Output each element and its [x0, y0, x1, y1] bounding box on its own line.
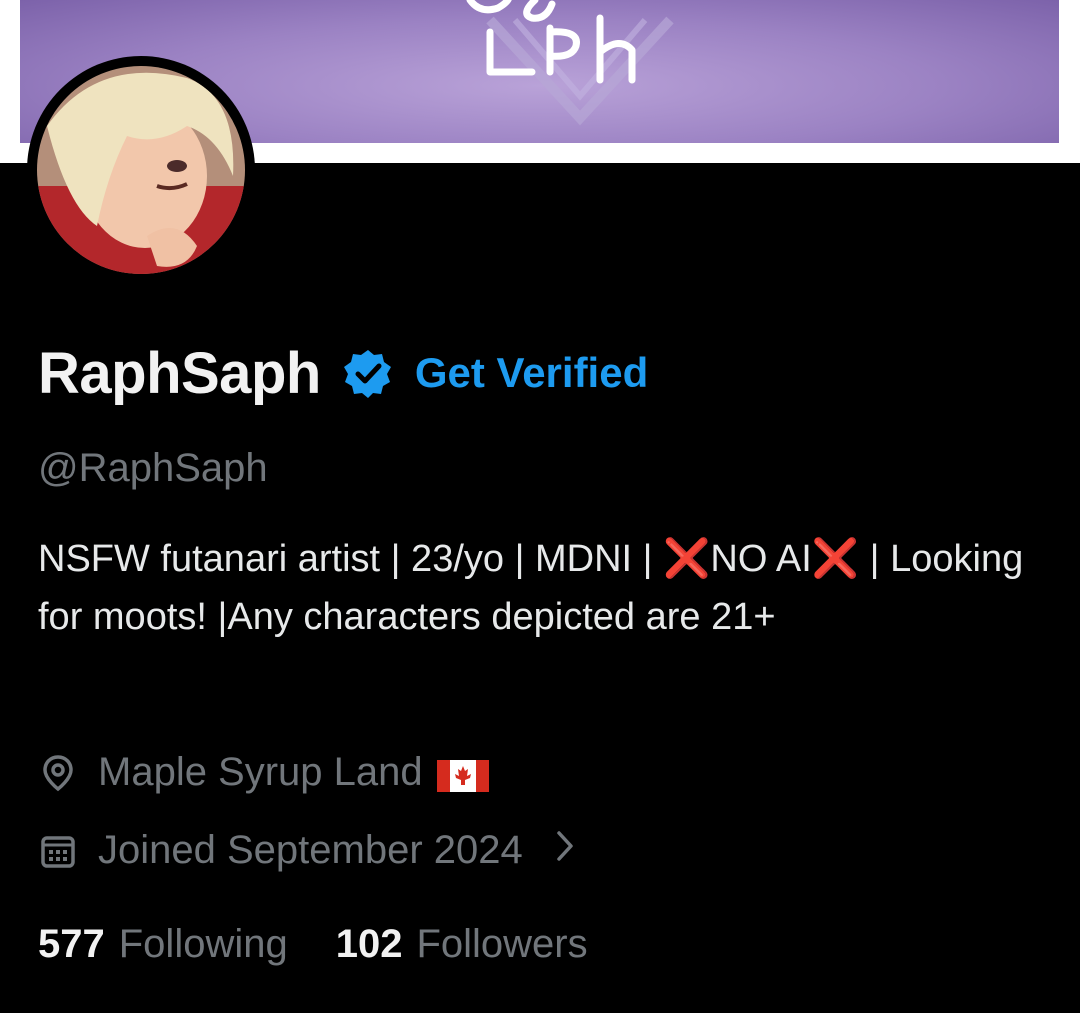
followers-count: 102	[335, 922, 403, 966]
location-row: Maple Syrup Land	[38, 750, 489, 795]
user-handle: @RaphSaph	[38, 446, 268, 490]
bio-text-2: NO AI	[710, 538, 812, 580]
canada-flag-icon	[436, 757, 489, 792]
display-name: RaphSaph	[38, 340, 321, 406]
location-text: Maple Syrup Land	[98, 750, 423, 794]
chevron-right-icon[interactable]	[553, 828, 577, 873]
following-label: Following	[118, 922, 288, 966]
following-link[interactable]: 577 Following	[38, 922, 288, 967]
avatar[interactable]	[27, 56, 255, 284]
bio: NSFW futanari artist | 23/yo | MDNI | ❌N…	[38, 530, 1058, 646]
bio-text-1: NSFW futanari artist | 23/yo | MDNI |	[38, 538, 664, 580]
x-mark-emoji: ❌	[811, 538, 860, 580]
x-mark-emoji: ❌	[663, 538, 711, 580]
followers-label: Followers	[416, 922, 588, 966]
verified-badge-icon[interactable]	[343, 348, 393, 398]
following-count: 577	[38, 922, 105, 966]
follow-stats: 577 Following 102 Followers	[38, 922, 588, 967]
joined-text: Joined September 2024	[98, 828, 523, 872]
map-pin-icon	[38, 753, 78, 793]
name-row: RaphSaph Get Verified	[38, 337, 648, 409]
calendar-icon	[38, 831, 78, 871]
followers-link[interactable]: 102 Followers	[336, 922, 588, 967]
get-verified-link[interactable]: Get Verified	[415, 349, 648, 397]
avatar-illustration	[37, 66, 245, 274]
joined-row[interactable]: Joined September 2024	[38, 828, 577, 873]
